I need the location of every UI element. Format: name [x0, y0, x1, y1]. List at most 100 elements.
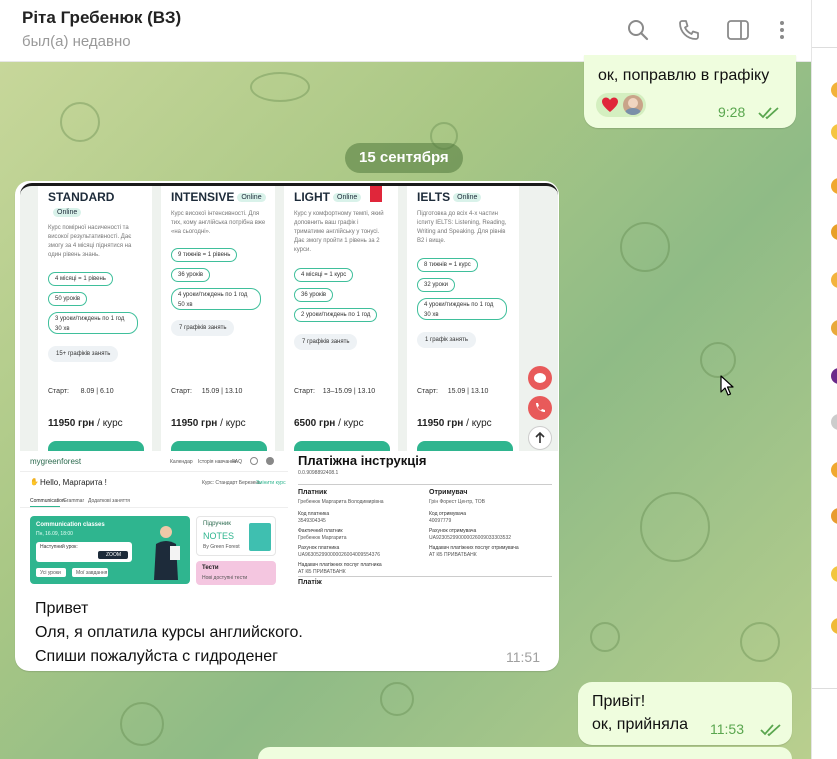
card-chip: 4 місяці = 1 рівень	[48, 272, 113, 286]
emoji-icon[interactable]	[831, 508, 837, 524]
payment-title: Платіжна інструкція	[298, 453, 427, 468]
card-title: LIGHT	[294, 190, 330, 204]
course-card-light: LIGHT Online Курс у комфортному темпі, як…	[284, 186, 398, 451]
caption-line: Оля, я оплатила курсы английского.	[35, 624, 303, 641]
more-vert-icon[interactable]	[770, 18, 794, 42]
app-nav-item: Історія навчання	[198, 459, 237, 465]
photo-app-dashboard[interactable]: mygreenforest Календар Історія навчання …	[20, 451, 288, 591]
emoji-icon[interactable]	[831, 178, 837, 194]
notes-card: Підручник NOTES By Green Forest	[196, 516, 276, 556]
chat-header: Ріта Гребенюк (ВЗ) был(а) недавно	[0, 0, 811, 62]
notes-sub: By Green Forest	[203, 544, 240, 550]
card-button	[171, 441, 267, 451]
outgoing-message[interactable]: Привіт! ок, прийняла 11:53	[578, 682, 792, 745]
photo-course-cards[interactable]: STANDARD Online Курс помірної насиченост…	[20, 183, 558, 451]
app-course: Курс: Стандарт Березень	[202, 480, 261, 486]
notes-label: Підручник	[203, 521, 231, 527]
start-dates: 15.09 | 13.10	[201, 388, 243, 395]
card-chip: 4 уроки/тиждень по 1 год 30 хв	[417, 298, 507, 320]
recipient-heading: Отримувач	[429, 489, 468, 496]
app-nav-item: Календар	[170, 459, 193, 465]
emoji-icon[interactable]	[831, 124, 837, 140]
payer-name: Гребенюк Маргарита Володимирівна	[298, 499, 384, 505]
avatar	[266, 457, 274, 465]
photo-payment-instruction[interactable]: Платіжна інструкція 0.0.9098892408.1 Пла…	[289, 451, 558, 591]
emoji-icon[interactable]	[831, 368, 837, 384]
card-chip: 4 місяці = 1 курс	[294, 268, 354, 282]
search-icon[interactable]	[626, 18, 650, 42]
payer-heading: Платник	[298, 489, 327, 496]
emoji-icon[interactable]	[831, 462, 837, 478]
caption-line: Спиши пожалуйста с гидроденег	[35, 648, 278, 665]
contact-status: был(а) недавно	[22, 33, 131, 50]
card-chip: 36 уроків	[171, 268, 211, 282]
card-button	[48, 441, 144, 451]
caption-line: Привет	[35, 600, 89, 617]
tests-sub: Нові доступні тести	[202, 575, 248, 581]
price: 11950 грн	[48, 418, 95, 429]
price-unit: / курс	[338, 418, 364, 429]
emoji-icon[interactable]	[831, 566, 837, 582]
double-check-icon	[760, 723, 782, 742]
date-separator: 15 сентября	[345, 143, 463, 173]
outgoing-message-partial[interactable]	[258, 747, 792, 759]
double-check-icon	[758, 106, 780, 125]
app-nav-item: FAQ	[232, 459, 243, 465]
recipient-code-label: Код отримувача	[429, 511, 467, 517]
phone-icon[interactable]	[677, 18, 701, 42]
online-badge: Online	[453, 193, 482, 203]
my-tasks-button: Мої завдання	[76, 570, 108, 576]
phone-icon	[528, 396, 552, 420]
start-dates: 8.09 | 6.10	[80, 388, 114, 395]
emoji-icon[interactable]	[831, 414, 837, 430]
actual-payer-label: Фактичний платник	[298, 528, 343, 534]
tests-card: Тести Нові доступні тести	[196, 561, 276, 585]
course-card-ielts: IELTS Online Підготовка до всіх 4-х части…	[407, 186, 519, 451]
app-tab: Communication	[30, 498, 65, 504]
price: 11950 грн	[417, 418, 464, 429]
card-chip: 3 уроки/тиждень по 1 год 30 хв	[48, 312, 138, 334]
message-text: ок, поправлю в графіку	[598, 67, 770, 84]
start-label: Старт:	[171, 388, 192, 395]
payer-bank-label: Надавач платіжних послуг платника	[298, 562, 382, 568]
payer-code-label: Код платника	[298, 511, 330, 517]
course-card-intensive: INTENSIVE Online Курс високої інтенсивнос…	[161, 186, 275, 451]
course-card-standard: STANDARD Online Курс помірної насиченост…	[38, 186, 152, 451]
class-sub: Пн, 16.09, 18:00	[36, 531, 73, 537]
notes-title: NOTES	[203, 531, 235, 541]
card-title: INTENSIVE	[171, 190, 235, 204]
sidebar-toggle-icon[interactable]	[726, 18, 750, 42]
emoji-icon[interactable]	[831, 320, 837, 336]
app-tab: Додаткові заняття	[88, 498, 131, 504]
price-unit: / курс	[220, 418, 246, 429]
price-unit: / курс	[466, 418, 492, 429]
recipient-account: UA923052990000026009033303532	[429, 535, 512, 541]
card-button	[294, 441, 390, 451]
tests-title: Тести	[202, 565, 219, 571]
payer-account-label: Рахунок платника	[298, 545, 340, 551]
card-chip: 2 уроки/тиждень по 1 год	[294, 308, 378, 322]
emoji-icon[interactable]	[831, 82, 837, 98]
reactions-bar[interactable]	[596, 93, 646, 117]
start-label: Старт:	[417, 388, 438, 395]
emoji-icon[interactable]	[831, 618, 837, 634]
start-dates: 15.09 | 13.10	[447, 388, 489, 395]
emoji-icon[interactable]	[831, 272, 837, 288]
heart-reaction[interactable]	[600, 95, 620, 120]
contact-name[interactable]: Ріта Гребенюк (ВЗ)	[22, 8, 181, 28]
class-title: Communication classes	[36, 522, 105, 528]
card-chip: 4 уроки/тиждень по 1 год 50 хв	[171, 288, 261, 310]
card-chip: 36 уроків	[294, 288, 334, 302]
payer-account: UA963052990000026004009554376	[298, 552, 381, 558]
zoom-button: ZOOM	[106, 552, 121, 558]
message-time: 11:51	[506, 649, 540, 665]
avatar-reaction[interactable]	[623, 95, 643, 115]
outgoing-message[interactable]: ок, поправлю в графіку 9:28	[584, 55, 796, 128]
emoji-panel-edge	[811, 0, 837, 759]
message-time: 9:28	[718, 104, 746, 120]
app-course-link: Змінити курс	[256, 480, 286, 486]
recipient-name: Грін Форест Центр, ТОВ	[429, 499, 485, 505]
card-chip: 9 тижнів = 1 рівень	[171, 248, 238, 262]
emoji-icon[interactable]	[831, 224, 837, 240]
bell-icon	[250, 457, 258, 465]
